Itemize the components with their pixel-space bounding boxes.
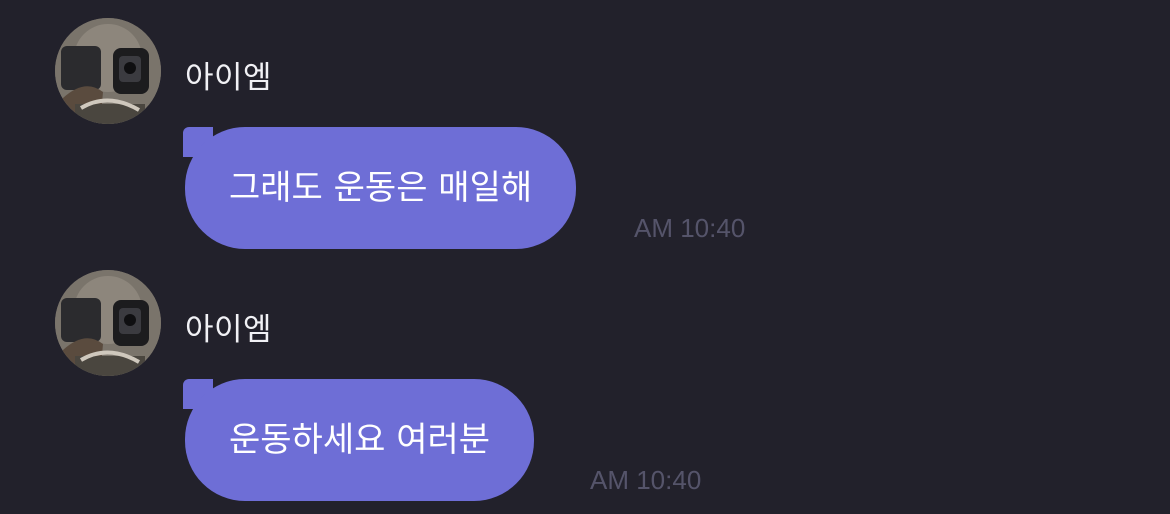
message-timestamp: AM 10:40: [634, 213, 746, 243]
profile-photo-avatar-icon: [55, 18, 161, 124]
sender-name: 아이엠: [185, 312, 273, 348]
chat-message-list: 아이엠 그래도 운동은 매일해 AM 10:40 아이엠 운동하세요 여러분 A…: [0, 0, 1170, 514]
message-timestamp: AM 10:40: [590, 465, 702, 495]
sender-avatar[interactable]: [55, 18, 161, 124]
message-bubble[interactable]: 운동하세요 여러분: [185, 379, 535, 501]
message-bubble[interactable]: 그래도 운동은 매일해: [185, 127, 577, 249]
profile-photo-avatar-icon: [55, 270, 161, 376]
sender-name: 아이엠: [185, 60, 273, 96]
sender-avatar[interactable]: [55, 270, 161, 376]
